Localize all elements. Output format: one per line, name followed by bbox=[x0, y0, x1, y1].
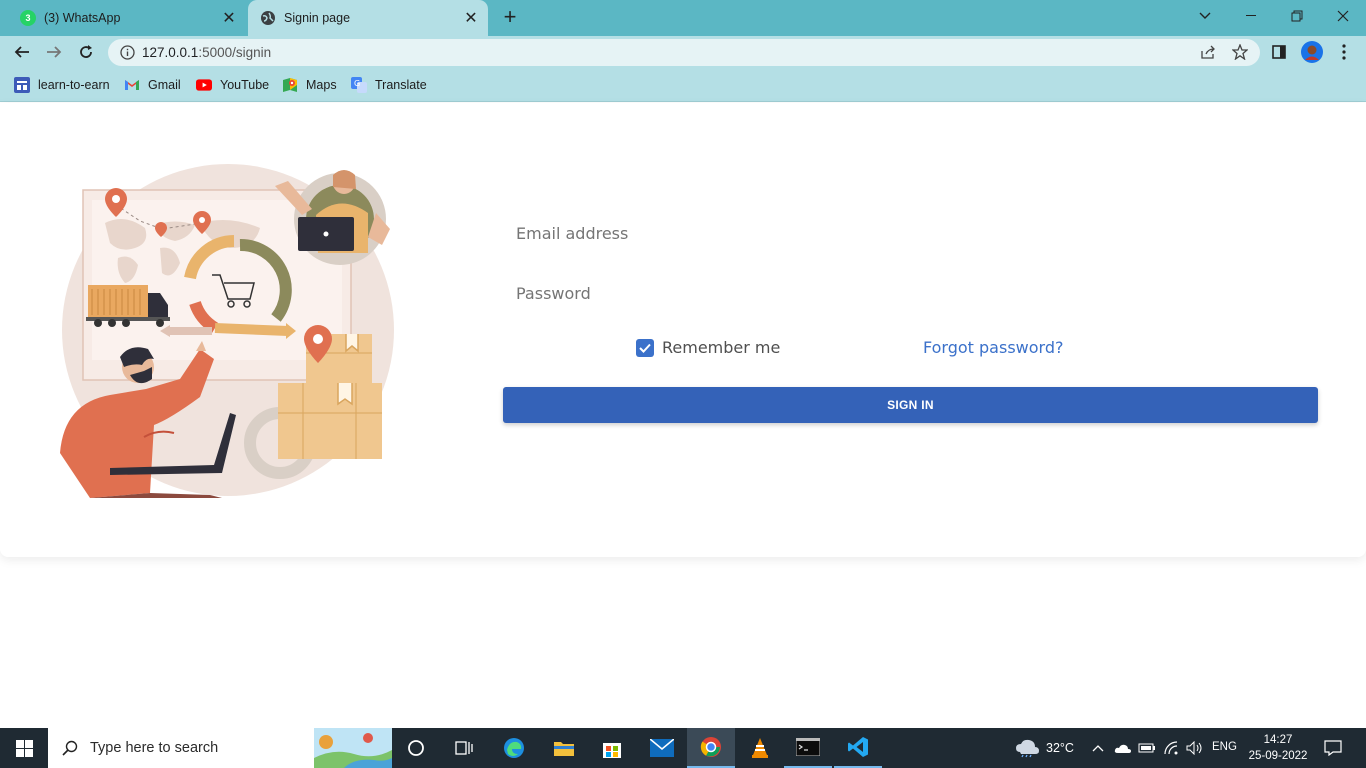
clock-date: 25-09-2022 bbox=[1248, 750, 1308, 762]
whatsapp-icon: 3 bbox=[20, 10, 36, 26]
vlc-icon[interactable] bbox=[736, 728, 784, 768]
clock-time: 14:27 bbox=[1263, 734, 1293, 746]
close-window-button[interactable] bbox=[1320, 0, 1366, 32]
mail-icon[interactable] bbox=[638, 728, 686, 768]
bookmark-label: Translate bbox=[375, 78, 427, 92]
checkbox-checked-icon[interactable] bbox=[636, 338, 654, 357]
search-highlight-image bbox=[314, 728, 392, 768]
bookmark-label: YouTube bbox=[220, 78, 270, 92]
site-icon bbox=[14, 77, 30, 93]
password-input[interactable] bbox=[503, 273, 1318, 313]
windows-taskbar: Type here to search 32°C ENG 14:27 25-09… bbox=[0, 728, 1366, 768]
weather-temperature: 32°C bbox=[1046, 741, 1074, 755]
search-icon bbox=[62, 740, 78, 756]
email-input[interactable] bbox=[503, 213, 1318, 253]
store-icon[interactable] bbox=[588, 728, 636, 768]
address-bar[interactable]: 127.0.0.1:5000/signin bbox=[108, 39, 1260, 66]
close-tab-icon[interactable]: ✕ bbox=[462, 8, 480, 28]
address-url: 127.0.0.1:5000/signin bbox=[142, 45, 272, 60]
vscode-icon[interactable] bbox=[834, 728, 882, 768]
bookmark-youtube[interactable]: YouTube bbox=[196, 76, 269, 94]
clock[interactable]: 14:27 25-09-2022 bbox=[1248, 732, 1308, 764]
browser-toolbar: 127.0.0.1:5000/signin bbox=[0, 36, 1366, 68]
file-explorer-icon[interactable] bbox=[540, 728, 588, 768]
tab-search-chevron-icon[interactable] bbox=[1182, 0, 1228, 32]
tray-overflow-chevron-icon[interactable] bbox=[1088, 728, 1108, 768]
terminal-icon[interactable] bbox=[784, 728, 832, 768]
notifications-icon[interactable] bbox=[1318, 728, 1348, 768]
logistics-illustration bbox=[60, 164, 394, 498]
tab-title: (3) WhatsApp bbox=[44, 11, 121, 25]
remember-me-label: Remember me bbox=[662, 338, 781, 357]
new-tab-button[interactable]: + bbox=[498, 6, 522, 30]
site-info-icon[interactable] bbox=[120, 45, 135, 65]
weather-icon[interactable] bbox=[1010, 728, 1044, 768]
signin-card: Email address Password Remember me Forgo… bbox=[0, 103, 1366, 557]
bookmark-learn-to-earn[interactable]: learn-to-earn bbox=[14, 76, 110, 94]
tab-title: Signin page bbox=[284, 11, 351, 25]
restore-button[interactable] bbox=[1274, 0, 1320, 32]
youtube-icon bbox=[196, 77, 212, 93]
remember-me-checkbox[interactable]: Remember me bbox=[636, 338, 780, 357]
battery-icon[interactable] bbox=[1136, 728, 1158, 768]
minimize-button[interactable] bbox=[1228, 0, 1274, 32]
bookmarks-bar: learn-to-earn Gmail YouTube Maps G Trans… bbox=[0, 68, 1366, 102]
bookmark-translate[interactable]: G Translate bbox=[351, 76, 427, 94]
sign-in-button[interactable]: SIGN IN bbox=[503, 387, 1318, 423]
taskbar-search[interactable]: Type here to search bbox=[48, 728, 392, 768]
tab-signin-page[interactable]: Signin page ✕ bbox=[248, 0, 488, 36]
page-viewport: Email address Password Remember me Forgo… bbox=[0, 103, 1366, 728]
share-icon[interactable] bbox=[1200, 45, 1216, 65]
close-tab-icon[interactable]: ✕ bbox=[220, 8, 238, 28]
bookmark-gmail[interactable]: Gmail bbox=[124, 76, 181, 94]
side-panel-icon[interactable] bbox=[1267, 40, 1291, 64]
task-view-icon[interactable] bbox=[440, 728, 488, 768]
windows-logo-icon bbox=[15, 739, 33, 757]
language-indicator[interactable]: ENG bbox=[1212, 741, 1237, 753]
profile-avatar[interactable] bbox=[1300, 40, 1324, 64]
bookmark-label: Gmail bbox=[148, 78, 181, 92]
bookmark-label: Maps bbox=[306, 78, 337, 92]
chrome-icon[interactable] bbox=[687, 728, 735, 768]
translate-icon: G bbox=[351, 77, 367, 93]
forgot-password-link[interactable]: Forgot password? bbox=[923, 338, 1063, 357]
maps-icon bbox=[282, 77, 298, 93]
edge-icon[interactable] bbox=[490, 728, 538, 768]
tab-whatsapp[interactable]: 3 (3) WhatsApp ✕ bbox=[8, 0, 246, 36]
search-placeholder: Type here to search bbox=[90, 740, 219, 756]
tab-strip: 3 (3) WhatsApp ✕ Signin page ✕ + bbox=[0, 0, 1366, 36]
onedrive-icon[interactable] bbox=[1112, 728, 1134, 768]
gmail-icon bbox=[124, 77, 140, 93]
menu-kebab-icon[interactable] bbox=[1332, 40, 1356, 64]
bookmark-star-icon[interactable] bbox=[1231, 43, 1249, 65]
start-button[interactable] bbox=[0, 728, 48, 768]
forward-button[interactable] bbox=[42, 40, 66, 64]
globe-icon bbox=[260, 10, 276, 26]
task-view-button[interactable] bbox=[392, 728, 440, 768]
wifi-icon[interactable] bbox=[1160, 728, 1182, 768]
svg-text:G: G bbox=[354, 79, 360, 88]
volume-icon[interactable] bbox=[1184, 728, 1206, 768]
bookmark-label: learn-to-earn bbox=[38, 78, 110, 92]
bookmark-maps[interactable]: Maps bbox=[282, 76, 337, 94]
back-button[interactable] bbox=[10, 40, 34, 64]
reload-button[interactable] bbox=[74, 40, 98, 64]
cortana-icon bbox=[408, 740, 424, 756]
